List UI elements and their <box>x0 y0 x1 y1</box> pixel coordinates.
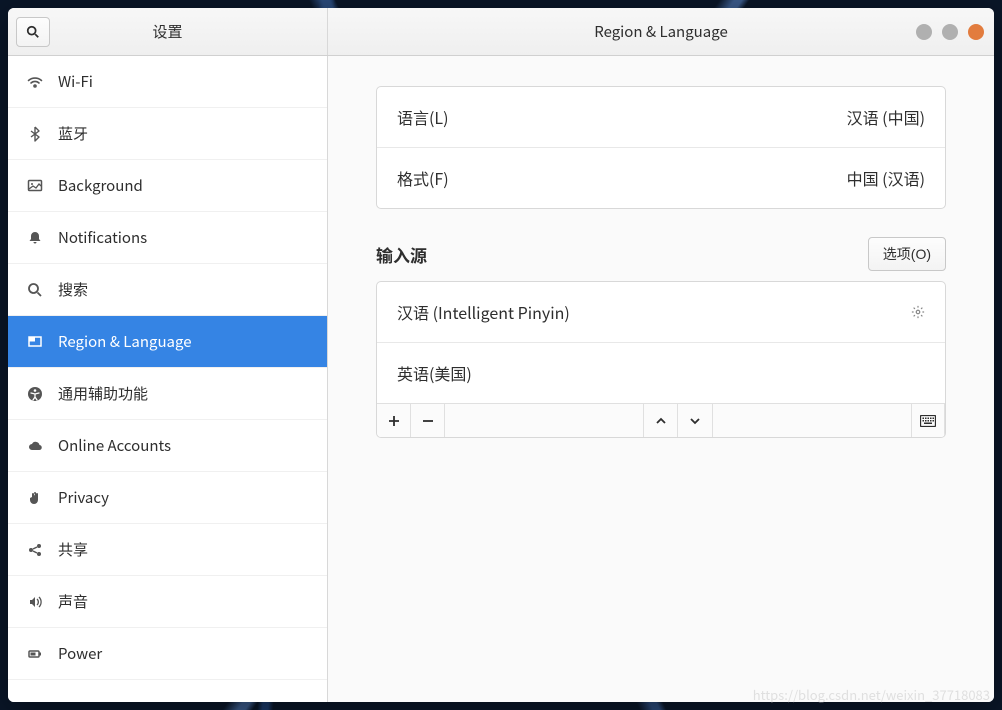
bell-icon <box>26 229 44 247</box>
format-label: 格式(F) <box>397 166 449 190</box>
search-button[interactable] <box>16 17 50 47</box>
sound-icon <box>26 593 44 611</box>
toolbar-spacer <box>713 404 911 437</box>
sidebar-item-power[interactable]: Power <box>8 628 327 680</box>
sidebar-item-accessibility[interactable]: 通用辅助功能 <box>8 368 327 420</box>
minus-icon <box>422 415 434 427</box>
remove-input-source-button[interactable] <box>411 404 445 437</box>
input-source-settings-button[interactable] <box>911 305 925 319</box>
sidebar-item-label: Wi-Fi <box>58 71 93 92</box>
sidebar-item-label: 搜索 <box>58 279 88 300</box>
background-icon <box>26 177 44 195</box>
gear-icon <box>911 305 925 319</box>
close-button[interactable] <box>968 24 984 40</box>
input-sources-header: 输入源 选项(O) <box>376 237 946 271</box>
format-row[interactable]: 格式(F) 中国 (汉语) <box>377 147 945 208</box>
content-pane: 语言(L) 汉语 (中国) 格式(F) 中国 (汉语) 输入源 选项(O) 汉语… <box>328 56 994 702</box>
keyboard-icon <box>920 415 936 427</box>
sidebar-item-bluetooth[interactable]: 蓝牙 <box>8 108 327 160</box>
sidebar-item-label: Background <box>58 175 143 196</box>
format-value: 中国 (汉语) <box>847 166 925 190</box>
bluetooth-icon <box>26 125 44 143</box>
search-icon <box>26 25 40 39</box>
input-source-label: 汉语 (Intelligent Pinyin) <box>397 300 570 324</box>
titlebar: 设置 Region & Language <box>8 8 994 56</box>
plus-icon <box>388 415 400 427</box>
sidebar-item-label: Privacy <box>58 487 109 508</box>
chevron-down-icon <box>689 415 701 427</box>
sidebar-item-notifications[interactable]: Notifications <box>8 212 327 264</box>
window-controls <box>916 24 984 40</box>
sidebar-item-online-accounts[interactable]: Online Accounts <box>8 420 327 472</box>
add-input-source-button[interactable] <box>377 404 411 437</box>
cloud-icon <box>26 437 44 455</box>
sidebar-item-sharing[interactable]: 共享 <box>8 524 327 576</box>
input-source-label: 英语(美国) <box>397 361 472 385</box>
flag-icon <box>26 333 44 351</box>
toolbar-spacer <box>445 404 643 437</box>
language-label: 语言(L) <box>397 105 449 129</box>
maximize-button[interactable] <box>942 24 958 40</box>
sidebar-item-label: 蓝牙 <box>58 123 88 144</box>
language-row[interactable]: 语言(L) 汉语 (中国) <box>377 87 945 147</box>
chevron-up-icon <box>655 415 667 427</box>
settings-window: 设置 Region & Language Wi-Fi <box>8 8 994 702</box>
sidebar-item-privacy[interactable]: Privacy <box>8 472 327 524</box>
language-value: 汉语 (中国) <box>847 105 925 129</box>
sidebar-title: 设置 <box>50 21 319 42</box>
titlebar-right: Region & Language <box>328 8 994 55</box>
region-panel: 语言(L) 汉语 (中国) 格式(F) 中国 (汉语) <box>376 86 946 209</box>
sidebar-item-label: Notifications <box>58 227 147 248</box>
page-title: Region & Language <box>594 21 728 42</box>
titlebar-left: 设置 <box>8 8 328 55</box>
input-sources-panel: 汉语 (Intelligent Pinyin) 英语(美国) <box>376 281 946 438</box>
move-up-button[interactable] <box>644 404 678 437</box>
hand-icon <box>26 489 44 507</box>
minimize-button[interactable] <box>916 24 932 40</box>
sidebar-item-background[interactable]: Background <box>8 160 327 212</box>
input-sources-title: 输入源 <box>376 242 427 267</box>
sidebar-item-label: Region & Language <box>58 331 192 352</box>
input-source-row[interactable]: 英语(美国) <box>377 342 945 403</box>
sidebar-item-label: 声音 <box>58 591 88 612</box>
sidebar: Wi-Fi 蓝牙 Background Notifications <box>8 56 328 702</box>
input-sources-toolbar <box>377 403 945 437</box>
sidebar-item-region-language[interactable]: Region & Language <box>8 316 327 368</box>
power-icon <box>26 645 44 663</box>
sidebar-item-label: 共享 <box>58 539 88 560</box>
accessibility-icon <box>26 385 44 403</box>
window-body: Wi-Fi 蓝牙 Background Notifications <box>8 56 994 702</box>
show-keyboard-layout-button[interactable] <box>911 404 945 437</box>
move-group <box>643 404 713 437</box>
options-button[interactable]: 选项(O) <box>868 237 946 271</box>
sidebar-item-wifi[interactable]: Wi-Fi <box>8 56 327 108</box>
search-icon <box>26 281 44 299</box>
move-down-button[interactable] <box>678 404 712 437</box>
sidebar-item-label: 通用辅助功能 <box>58 383 148 404</box>
share-icon <box>26 541 44 559</box>
wifi-icon <box>26 73 44 91</box>
input-source-row[interactable]: 汉语 (Intelligent Pinyin) <box>377 282 945 342</box>
sidebar-item-label: Power <box>58 643 102 664</box>
sidebar-item-label: Online Accounts <box>58 435 171 456</box>
sidebar-item-sound[interactable]: 声音 <box>8 576 327 628</box>
sidebar-item-search[interactable]: 搜索 <box>8 264 327 316</box>
